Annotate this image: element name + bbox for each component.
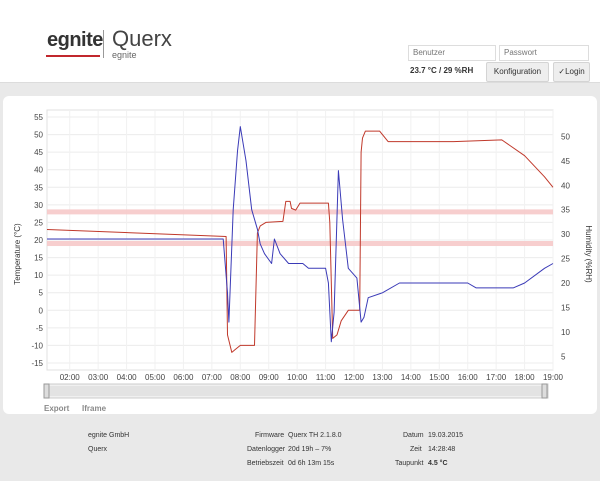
x-tick: 08:00 — [230, 373, 251, 382]
threshold-bands — [47, 209, 553, 247]
y-right-axis-label: Humidity (%RH) — [584, 225, 593, 283]
range-navigator[interactable] — [43, 383, 549, 399]
iframe-link[interactable]: Iframe — [82, 404, 106, 413]
threshold-band — [47, 209, 553, 215]
left-axis-ticks: 5550454035302520151050-5-10-15 — [31, 113, 43, 368]
datalogger-value: 20d 19h – 7% — [288, 446, 332, 453]
y-right-tick: 35 — [561, 206, 570, 215]
y-right-tick: 40 — [561, 181, 570, 190]
x-tick: 17:00 — [486, 373, 507, 382]
time-value: 14:28:48 — [428, 446, 456, 453]
y-left-tick: 55 — [34, 113, 43, 122]
time-label: Zeit — [410, 446, 422, 453]
dewpoint-label: Taupunkt — [395, 460, 424, 467]
x-axis-ticks: 02:00 03:00 04:00 05:00 06:00 07:00 08:00 09:00… — [60, 373, 564, 382]
x-tick: 13:00 — [372, 373, 393, 382]
y-right-tick: 20 — [561, 279, 570, 288]
x-tick: 15:00 — [429, 373, 450, 382]
uptime-label: Betriebszeit — [247, 460, 284, 467]
right-axis-ticks: 50 45 40 35 30 25 20 15 10 5 — [561, 132, 570, 361]
datalogger-label: Datenlogger — [247, 446, 286, 453]
x-tick: 04:00 — [117, 373, 138, 382]
x-tick: 09:00 — [259, 373, 280, 382]
x-tick: 16:00 — [458, 373, 479, 382]
firmware-label: Firmware — [255, 432, 285, 439]
uptime-value: 0d 6h 13m 15s — [288, 460, 335, 467]
threshold-band — [47, 241, 553, 247]
y-left-tick: 20 — [34, 236, 43, 245]
x-tick: 06:00 — [173, 373, 194, 382]
y-left-tick: 25 — [34, 218, 43, 227]
y-right-tick: 15 — [561, 303, 570, 312]
x-tick: 03:00 — [88, 373, 109, 382]
y-left-tick: 15 — [34, 254, 43, 263]
x-tick: 07:00 — [202, 373, 223, 382]
x-tick: 12:00 — [344, 373, 365, 382]
date-value: 19.03.2015 — [428, 432, 464, 439]
y-left-tick: 35 — [34, 183, 43, 192]
y-left-tick: 40 — [34, 166, 43, 175]
dewpoint-value: 4.5 °C — [428, 460, 448, 467]
footer-product: Querx — [88, 446, 108, 453]
export-link[interactable]: Export — [44, 404, 69, 413]
x-tick: 02:00 — [60, 373, 81, 382]
y-left-tick: 10 — [34, 271, 43, 280]
x-tick: 05:00 — [145, 373, 166, 382]
page-footer: egnite GmbH Querx Firmware Querx TH 2.1.… — [0, 430, 600, 470]
x-tick: 11:00 — [316, 373, 336, 382]
date-label: Datum — [403, 432, 424, 439]
y-left-tick: 30 — [34, 201, 43, 210]
y-left-tick: -10 — [31, 341, 43, 350]
footer-company: egnite GmbH — [88, 432, 130, 439]
y-left-tick: 0 — [39, 306, 44, 315]
y-right-tick: 45 — [561, 157, 570, 166]
x-tick: 19:00 — [543, 373, 564, 382]
y-right-tick: 30 — [561, 230, 570, 239]
y-left-tick: 45 — [34, 148, 43, 157]
navigator-handle-left — [43, 383, 50, 399]
y-right-tick: 50 — [561, 132, 570, 141]
y-left-tick: 5 — [39, 289, 44, 298]
navigator-handle-right — [541, 383, 548, 399]
y-right-tick: 25 — [561, 255, 570, 264]
humidity-series-line — [47, 126, 554, 343]
chart-grid — [46, 109, 554, 371]
x-tick: 18:00 — [515, 373, 536, 382]
y-left-tick: 50 — [34, 131, 43, 140]
firmware-value: Querx TH 2.1.8.0 — [288, 432, 342, 439]
y-left-tick: -15 — [31, 359, 43, 368]
x-tick: 10:00 — [287, 373, 308, 382]
y-left-axis-label: Temperature (°C) — [13, 223, 22, 285]
x-tick: 14:00 — [401, 373, 422, 382]
y-right-tick: 10 — [561, 328, 570, 337]
y-right-tick: 5 — [561, 352, 566, 361]
y-left-tick: -5 — [36, 324, 44, 333]
